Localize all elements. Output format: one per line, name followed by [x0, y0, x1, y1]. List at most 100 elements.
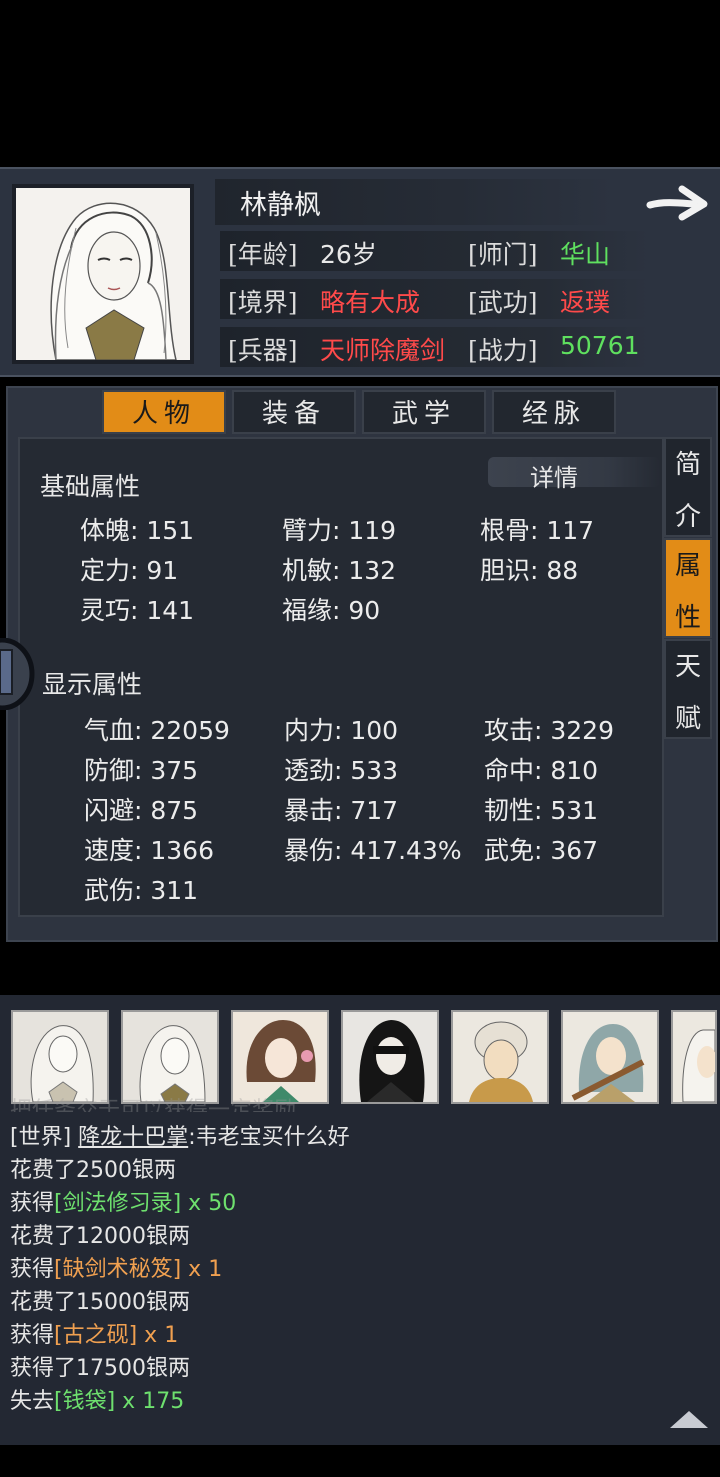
attr-jimin: 机敏: 132 — [282, 556, 397, 585]
realm-value: 略有大成 — [320, 288, 421, 317]
attr-danshi: 胆识: 88 — [480, 556, 579, 585]
log-line: 花费了15000银两 — [10, 1284, 190, 1316]
party-member-4[interactable] — [341, 1010, 439, 1104]
log-line: 获得[剑法修习录] x 50 — [10, 1185, 236, 1217]
attr-crit-damage: 暴伤: 417.43% — [284, 836, 462, 865]
portrait-icon — [139, 1025, 206, 1102]
weapon-value: 天师除魔剑 — [320, 336, 446, 365]
attr-crit: 暴击: 717 — [284, 796, 399, 825]
log-text: 获得 — [10, 1191, 55, 1216]
attr-martial-damage: 武伤: 311 — [84, 876, 199, 905]
arrow-right-icon — [646, 185, 708, 221]
world-chat-line: [世界] 降龙十巴掌:韦老宝买什么好 — [10, 1119, 350, 1151]
sect-label: [师门] — [468, 240, 538, 269]
log-item-link[interactable]: [缺剑术秘笈] — [54, 1257, 181, 1282]
side-tab-attributes-char1: 属 — [674, 551, 701, 581]
character-header: 林静枫 [年龄] 26岁 [师门] 华山 [境界] 略有大成 [武功] 返璞 [… — [0, 167, 720, 377]
portrait-drawing — [50, 202, 177, 360]
tab-martial-arts[interactable]: 武学 — [362, 390, 486, 434]
attr-tipo: 体魄: 151 — [80, 516, 195, 545]
party-member-5[interactable] — [451, 1010, 549, 1104]
attr-dingli: 定力: 91 — [80, 556, 179, 585]
log-text: 获得 — [10, 1257, 55, 1282]
log-line-partial: 把任务交于可以获得一定奖励 — [10, 1098, 297, 1112]
character-portrait[interactable] — [12, 184, 194, 364]
age-value: 26岁 — [320, 240, 377, 269]
power-value: 50761 — [560, 331, 640, 360]
martial-label: [武功] — [468, 288, 538, 317]
side-tab-attributes-char2: 性 — [674, 603, 701, 633]
log-text: 花费了15000银两 — [10, 1290, 190, 1315]
portrait-icon — [343, 1012, 437, 1102]
log-item-link[interactable]: [剑法修习录] — [54, 1191, 181, 1216]
log-quantity: x 1 — [181, 1257, 223, 1282]
attr-dodge: 闪避: 875 — [84, 796, 199, 825]
attr-mp: 内力: 100 — [284, 716, 399, 745]
log-text: 获得 — [10, 1323, 55, 1348]
log-line: 失去[钱袋] x 175 — [10, 1383, 184, 1415]
martial-value: 返璞 — [560, 288, 611, 317]
portrait-icon — [453, 1012, 547, 1102]
power-label: [战力] — [468, 336, 538, 365]
log-text: 失去 — [10, 1389, 55, 1414]
attr-defense: 防御: 375 — [84, 756, 199, 785]
portrait-icon — [673, 1012, 715, 1102]
log-line: 获得了17500银两 — [10, 1350, 190, 1382]
character-name: 林静枫 — [240, 190, 321, 221]
tab-character[interactable]: 人物 — [102, 390, 226, 434]
party-member-6[interactable] — [561, 1010, 659, 1104]
log-item-link[interactable]: [古之砚] — [54, 1323, 137, 1348]
world-chat-message: :韦老宝买什么好 — [188, 1125, 350, 1150]
side-tab-intro-char1: 简 — [674, 450, 701, 480]
party-member-7[interactable] — [671, 1010, 717, 1104]
attr-penetration: 透劲: 533 — [284, 756, 399, 785]
attr-fuyuan: 福缘: 90 — [282, 596, 381, 625]
log-line: 获得[古之砚] x 1 — [10, 1317, 178, 1349]
side-tab-intro-char2: 介 — [674, 502, 701, 532]
side-tab-attributes[interactable]: 属 性 — [664, 538, 712, 638]
tab-equipment[interactable]: 装备 — [232, 390, 356, 434]
side-tab-talent-char2: 赋 — [674, 704, 701, 734]
portrait-icon — [30, 1025, 94, 1102]
log-text: 花费了2500银两 — [10, 1158, 176, 1183]
side-tab-intro[interactable]: 简 介 — [664, 437, 712, 537]
sect-value: 华山 — [560, 240, 611, 269]
expand-log-button[interactable] — [668, 1408, 710, 1434]
log-quantity: x 175 — [115, 1389, 185, 1414]
log-text: 获得了17500银两 — [10, 1356, 190, 1381]
attr-speed: 速度: 1366 — [84, 836, 214, 865]
side-tab-talent-char1: 天 — [674, 652, 701, 682]
side-menu-button[interactable] — [0, 637, 36, 711]
attr-tenacity: 韧性: 531 — [484, 796, 599, 825]
log-text: 花费了12000银两 — [10, 1224, 190, 1249]
tab-meridians[interactable]: 经脉 — [492, 390, 616, 434]
party-member-1[interactable] — [11, 1010, 109, 1104]
log-quantity: x 1 — [137, 1323, 179, 1348]
round-handle-icon — [0, 637, 35, 711]
portrait-icon — [233, 1012, 327, 1102]
world-chat-user[interactable]: 降龙十巴掌 — [78, 1125, 188, 1150]
realm-label: [境界] — [228, 288, 298, 317]
attr-bili: 臂力: 119 — [282, 516, 397, 545]
triangle-up-icon — [670, 1411, 708, 1428]
attr-hp: 气血: 22059 — [84, 716, 230, 745]
attr-lingqiao: 灵巧: 141 — [80, 596, 195, 625]
age-label: [年龄] — [228, 240, 298, 269]
world-channel-tag: [世界] — [10, 1125, 72, 1150]
next-arrow-button[interactable] — [646, 183, 710, 227]
attr-martial-immunity: 武免: 367 — [484, 836, 599, 865]
details-button[interactable]: 详情 — [530, 458, 578, 493]
log-line: 花费了2500银两 — [10, 1152, 176, 1184]
log-line: 花费了12000银两 — [10, 1218, 190, 1250]
portrait-icon — [563, 1012, 657, 1102]
log-line: 获得[缺剑术秘笈] x 1 — [10, 1251, 222, 1283]
log-item-link[interactable]: [钱袋] — [54, 1389, 115, 1414]
attr-attack: 攻击: 3229 — [484, 716, 614, 745]
display-attributes-title: 显示属性 — [42, 670, 143, 699]
weapon-label: [兵器] — [228, 336, 298, 365]
side-tab-talent[interactable]: 天 赋 — [664, 639, 712, 739]
party-member-2[interactable] — [121, 1010, 219, 1104]
party-member-3[interactable] — [231, 1010, 329, 1104]
log-quantity: x 50 — [181, 1191, 237, 1216]
attr-hit: 命中: 810 — [484, 756, 599, 785]
